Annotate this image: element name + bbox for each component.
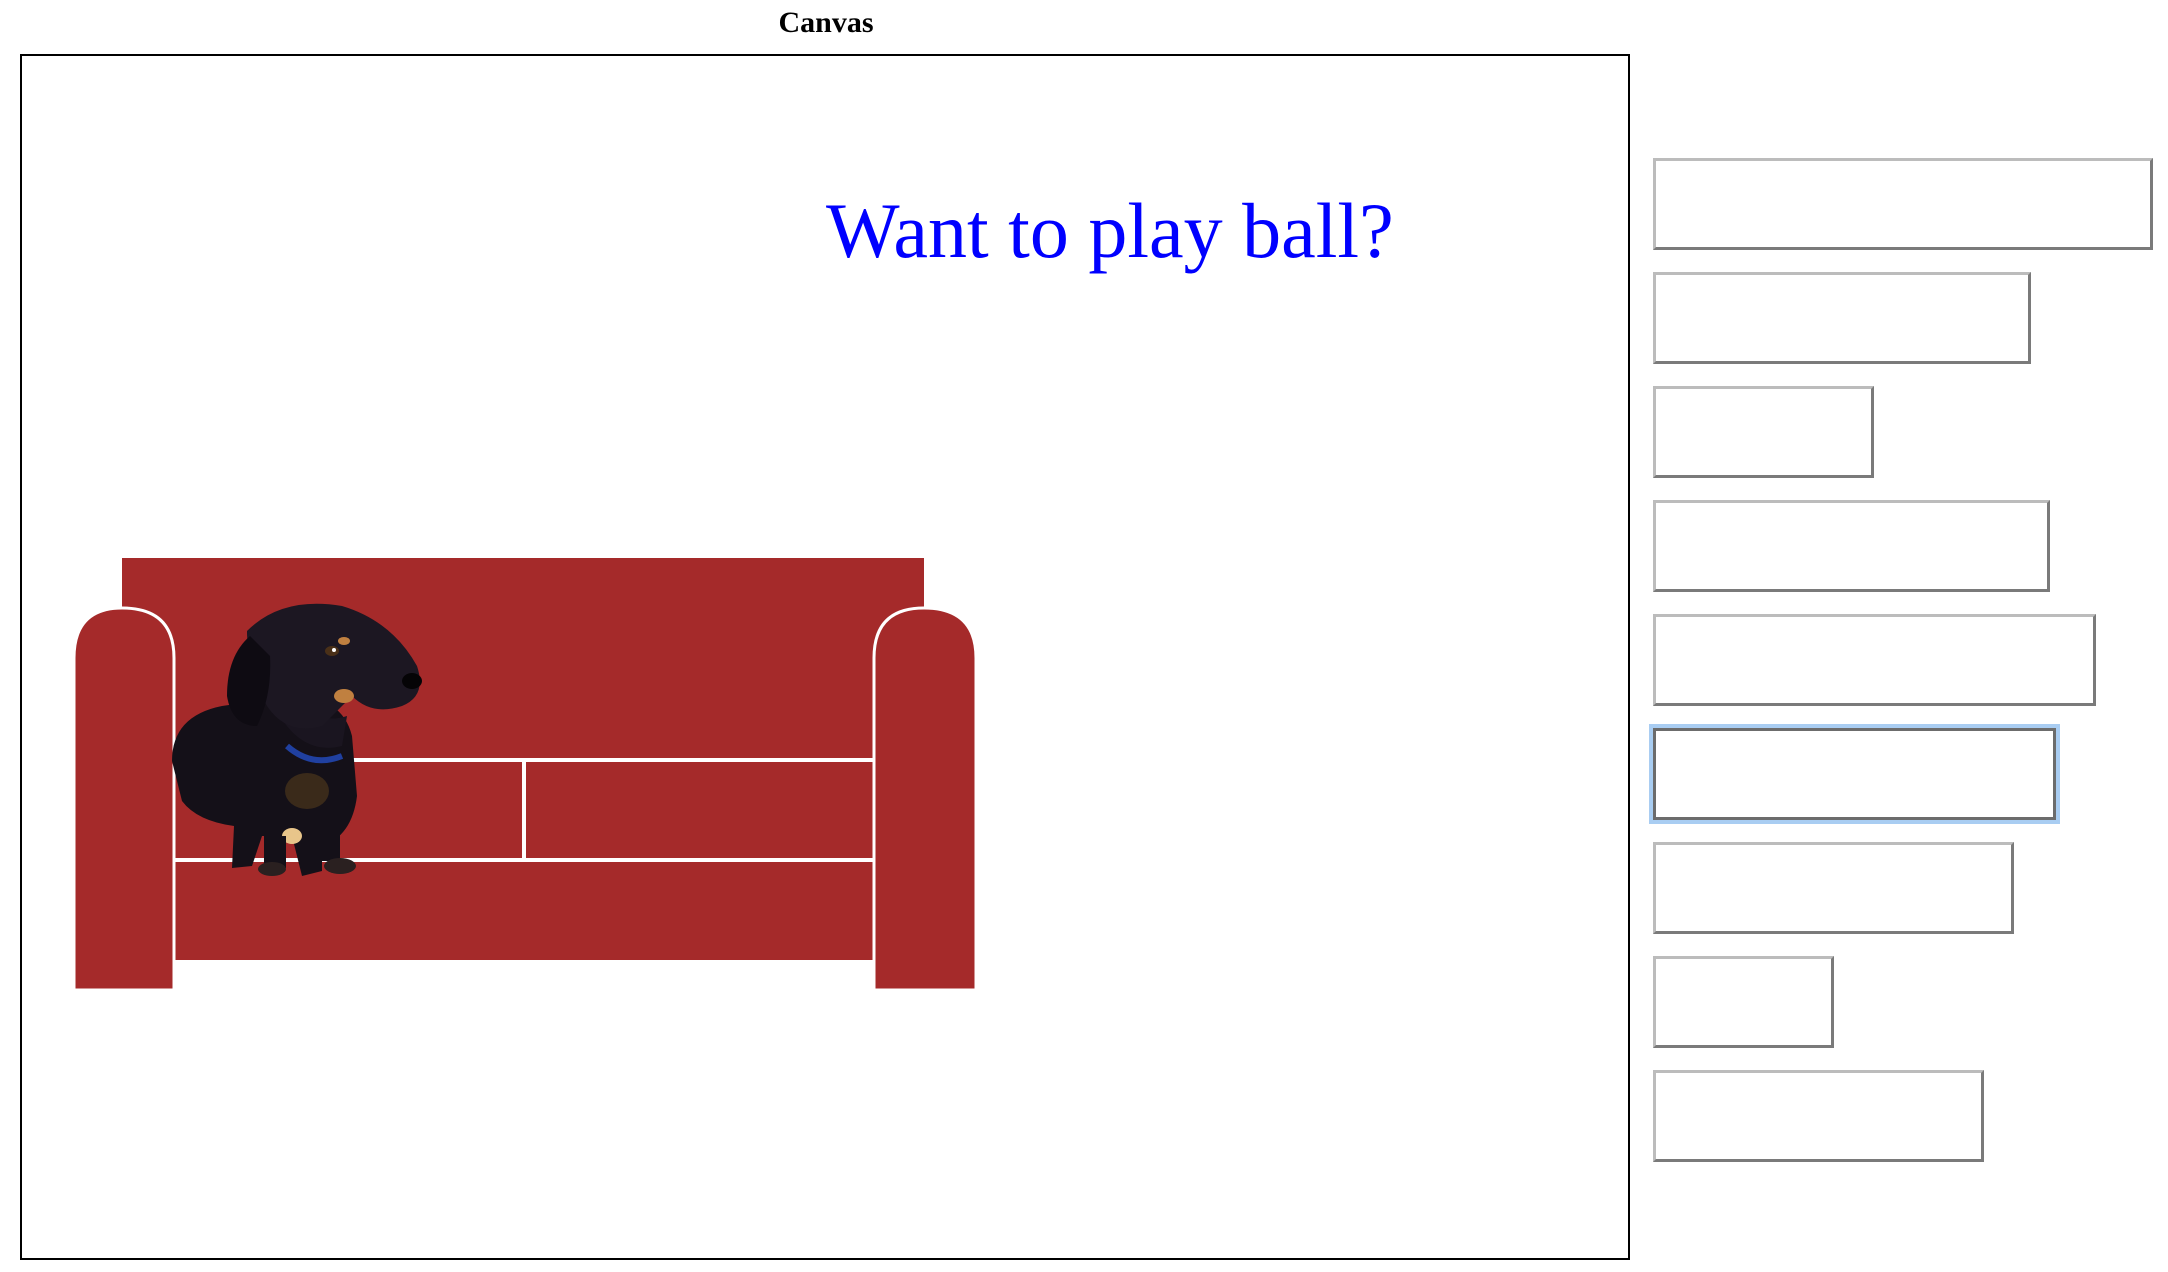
- input-column: [1653, 0, 2163, 1272]
- text-input-6-focused[interactable]: [1653, 728, 2056, 820]
- page: Canvas Want to play ball?: [0, 0, 2168, 1272]
- text-input-3[interactable]: [1653, 386, 1874, 478]
- text-input-1[interactable]: [1653, 158, 2153, 250]
- text-input-9[interactable]: [1653, 1070, 1984, 1162]
- text-input-8[interactable]: [1653, 956, 1834, 1048]
- canvas-heading: Canvas: [778, 6, 874, 39]
- couch-back: [122, 558, 924, 658]
- text-input-4[interactable]: [1653, 500, 2050, 592]
- couch-right-arm: [872, 606, 978, 992]
- text-input-2[interactable]: [1653, 272, 2031, 364]
- text-input-5[interactable]: [1653, 614, 2096, 706]
- text-input-7[interactable]: [1653, 842, 2014, 934]
- speech-text: Want to play ball?: [826, 187, 1394, 274]
- couch-left-arm: [72, 606, 176, 992]
- drawing-canvas[interactable]: Want to play ball?: [20, 54, 1630, 1260]
